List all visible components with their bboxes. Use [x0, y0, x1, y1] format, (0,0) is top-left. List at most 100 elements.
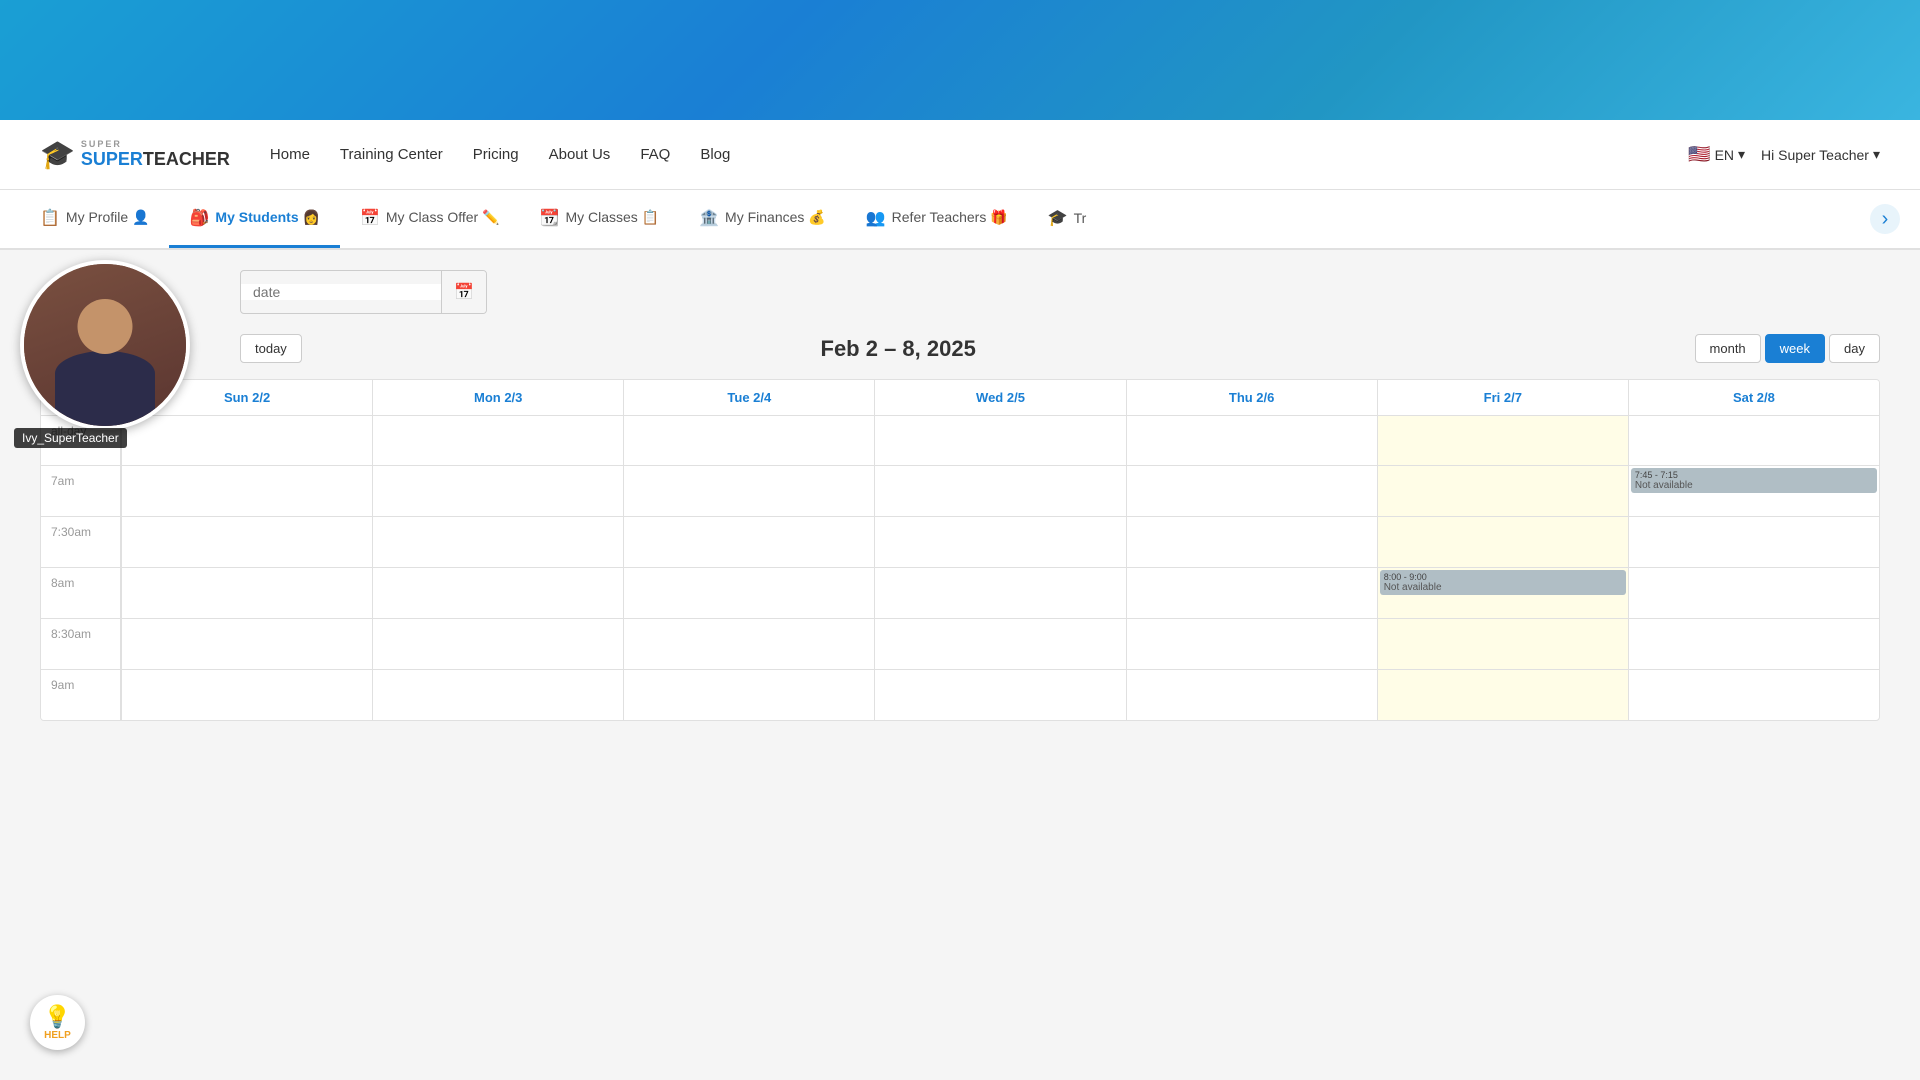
greeting-chevron-icon: ▾ [1873, 146, 1880, 163]
logo: 🎓 SUPER SUPERTEACHER [40, 138, 230, 171]
cell-730am-mon [372, 517, 623, 567]
sub-nav-next-arrow[interactable]: › [1870, 204, 1900, 234]
event-fri-8am[interactable]: 8:00 - 9:00 Not available [1380, 570, 1626, 595]
view-week-button[interactable]: week [1765, 334, 1825, 363]
cell-9am-mon [372, 670, 623, 720]
tab-my-finances-label: My Finances 💰 [725, 209, 826, 226]
controls-row: 📅 [240, 270, 1880, 314]
cell-9am-sat [1628, 670, 1879, 720]
time-9am: 9am [41, 670, 121, 720]
cell-830am-sat [1628, 619, 1879, 669]
cell-7am-wed [874, 466, 1125, 516]
all-day-thu [1126, 416, 1377, 465]
nav-home[interactable]: Home [270, 146, 310, 163]
user-greeting[interactable]: Hi Super Teacher ▾ [1761, 146, 1880, 163]
row-8am: 8am 8:00 - 9:00 Not available [41, 568, 1879, 619]
cell-8am-sun [121, 568, 372, 618]
logo-bottom: SUPERTEACHER [81, 149, 230, 170]
tr-icon: 🎓 [1048, 208, 1068, 228]
time-7am: 7am [41, 466, 121, 516]
event-sat-7am[interactable]: 7:45 - 7:15 Not available [1631, 468, 1877, 493]
tab-refer-teachers[interactable]: 👥 Refer Teachers 🎁 [846, 190, 1028, 248]
cell-7am-sat: 7:45 - 7:15 Not available [1628, 466, 1879, 516]
tab-my-profile[interactable]: 📋 My Profile 👤 [20, 190, 169, 248]
calendar-header-row: Sun 2/2 Mon 2/3 Tue 2/4 Wed 2/5 Thu 2/6 … [41, 380, 1879, 416]
tab-my-class-offer-label: My Class Offer ✏️ [386, 209, 500, 226]
nav-about-us[interactable]: About Us [549, 146, 611, 163]
sub-nav: 📋 My Profile 👤 🎒 My Students 👩 📅 My Clas… [0, 190, 1920, 250]
event-sat-7am-time: 7:45 - 7:15 [1635, 470, 1873, 480]
all-day-fri [1377, 416, 1628, 465]
cell-7am-thu [1126, 466, 1377, 516]
nav-blog[interactable]: Blog [700, 146, 730, 163]
logo-icon: 🎓 [40, 138, 75, 171]
cell-730am-sat [1628, 517, 1879, 567]
nav-links: Home Training Center Pricing About Us FA… [270, 146, 1688, 163]
nav-right: 🇺🇸 EN ▾ Hi Super Teacher ▾ [1688, 144, 1880, 165]
all-day-sat [1628, 416, 1879, 465]
tab-my-students[interactable]: 🎒 My Students 👩 [169, 190, 339, 248]
calendar-grid: Sun 2/2 Mon 2/3 Tue 2/4 Wed 2/5 Thu 2/6 … [40, 379, 1880, 721]
col-fri: Fri 2/7 [1377, 380, 1628, 415]
nav-faq[interactable]: FAQ [640, 146, 670, 163]
cell-830am-wed [874, 619, 1125, 669]
nav-pricing[interactable]: Pricing [473, 146, 519, 163]
event-sat-7am-title: Not available [1635, 480, 1873, 491]
nav-training-center[interactable]: Training Center [340, 146, 443, 163]
class-offer-icon: 📅 [360, 208, 380, 228]
cell-7am-tue [623, 466, 874, 516]
tab-tr[interactable]: 🎓 Tr [1028, 190, 1107, 248]
cell-830am-thu [1126, 619, 1377, 669]
tab-my-classes[interactable]: 📆 My Classes 📋 [520, 190, 680, 248]
calendar-header: today Feb 2 – 8, 2025 month week day [40, 334, 1880, 363]
cell-830am-mon [372, 619, 623, 669]
cell-7am-mon [372, 466, 623, 516]
cell-8am-thu [1126, 568, 1377, 618]
cell-9am-fri [1377, 670, 1628, 720]
event-fri-8am-time: 8:00 - 9:00 [1384, 572, 1622, 582]
cell-7am-sun [121, 466, 372, 516]
cell-8am-wed [874, 568, 1125, 618]
cell-8am-sat [1628, 568, 1879, 618]
help-button[interactable]: 💡 HELP [30, 995, 85, 1050]
all-day-tue [623, 416, 874, 465]
profile-icon: 📋 [40, 208, 60, 228]
classes-icon: 📆 [540, 208, 560, 228]
view-day-button[interactable]: day [1829, 334, 1880, 363]
cell-730am-fri [1377, 517, 1628, 567]
calendar-picker-button[interactable]: 📅 [441, 270, 486, 314]
tab-my-finances[interactable]: 🏦 My Finances 💰 [679, 190, 846, 248]
tab-tr-label: Tr [1074, 210, 1087, 226]
view-month-button[interactable]: month [1695, 334, 1761, 363]
cell-730am-sun [121, 517, 372, 567]
col-thu: Thu 2/6 [1126, 380, 1377, 415]
row-830am: 8:30am [41, 619, 1879, 670]
tab-my-profile-label: My Profile 👤 [66, 209, 150, 226]
view-switcher: month week day [1695, 334, 1880, 363]
finances-icon: 🏦 [699, 208, 719, 228]
col-mon: Mon 2/3 [372, 380, 623, 415]
col-sat: Sat 2/8 [1628, 380, 1879, 415]
help-label: HELP [44, 1030, 71, 1041]
col-wed: Wed 2/5 [874, 380, 1125, 415]
cell-7am-fri [1377, 466, 1628, 516]
date-input[interactable] [241, 284, 441, 300]
row-730am: 7:30am [41, 517, 1879, 568]
calendar-title: Feb 2 – 8, 2025 [102, 336, 1695, 362]
refer-icon: 👥 [866, 208, 886, 228]
time-8am: 8am [41, 568, 121, 618]
cell-830am-tue [623, 619, 874, 669]
video-username-label: Ivy_SuperTeacher [14, 428, 127, 448]
tab-my-class-offer[interactable]: 📅 My Class Offer ✏️ [340, 190, 520, 248]
cell-730am-wed [874, 517, 1125, 567]
main-content: ⚙ Ivy_SuperTeacher 📅 today Feb 2 – 8, 20… [0, 250, 1920, 850]
cell-9am-thu [1126, 670, 1377, 720]
cell-8am-mon [372, 568, 623, 618]
video-feed [24, 264, 186, 426]
cell-9am-sun [121, 670, 372, 720]
cell-8am-tue [623, 568, 874, 618]
lang-chevron-icon: ▾ [1738, 146, 1745, 163]
date-input-wrapper: 📅 [240, 270, 487, 314]
help-icon: 💡 [44, 1004, 71, 1030]
language-selector[interactable]: 🇺🇸 EN ▾ [1688, 144, 1745, 165]
